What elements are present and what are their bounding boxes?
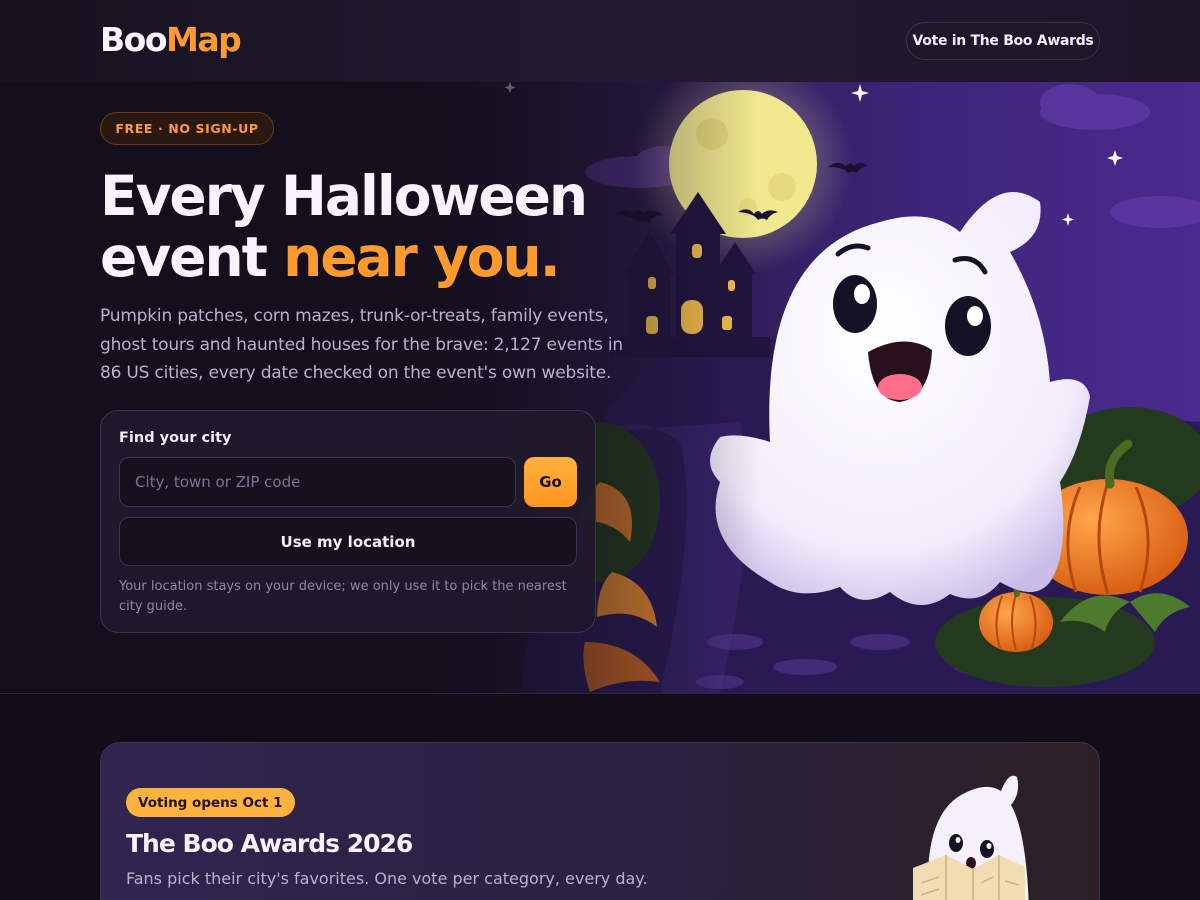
boomap-logo[interactable]: BooMap xyxy=(100,20,242,60)
city-finder-card: Find your city Go Use my location Your l… xyxy=(100,410,596,633)
free-badge: FREE · NO SIGN-UP xyxy=(100,112,274,145)
find-city-label: Find your city xyxy=(119,430,232,446)
voting-opens-badge: Voting opens Oct 1 xyxy=(126,788,295,817)
logo-accent-text: Map xyxy=(166,20,242,59)
location-privacy-note: Your location stays on your device; we o… xyxy=(119,579,567,614)
hero-title-line1: Every Halloween xyxy=(100,164,588,228)
vote-awards-button[interactable]: Vote in The Boo Awards xyxy=(906,22,1100,60)
use-my-location-button[interactable]: Use my location xyxy=(119,517,577,566)
hero-title-accent: near you. xyxy=(283,225,561,289)
hero-title-line2: event xyxy=(100,225,284,289)
boo-awards-card[interactable]: Voting opens Oct 1 The Boo Awards 2026 F… xyxy=(100,742,1100,900)
hero-divider xyxy=(0,693,1200,694)
hero-description: Pumpkin patches, corn mazes, trunk-or-tr… xyxy=(100,306,623,383)
logo-primary-text: Boo xyxy=(100,20,168,59)
hero-title: Every Halloween event near you. xyxy=(100,166,660,288)
top-bar: BooMap Vote in The Boo Awards xyxy=(0,0,1200,82)
ghost-with-map-illustration xyxy=(913,775,1029,900)
awards-subtitle: Fans pick their city's favorites. One vo… xyxy=(126,869,648,888)
go-button[interactable]: Go xyxy=(524,457,577,507)
city-search-input[interactable] xyxy=(119,457,516,507)
awards-title: The Boo Awards 2026 xyxy=(126,829,413,858)
